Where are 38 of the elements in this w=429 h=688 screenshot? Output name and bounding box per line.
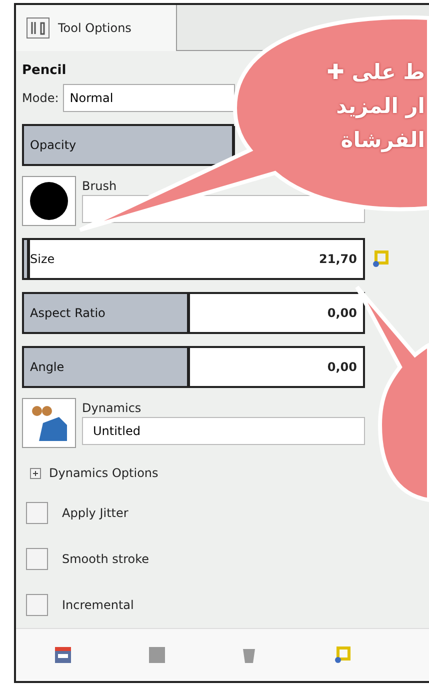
dynamics-label: Dynamics <box>82 401 142 416</box>
slider[interactable]: Size 21,70 <box>22 238 365 280</box>
save-icon[interactable] <box>54 646 72 664</box>
delete-icon[interactable] <box>241 646 258 664</box>
slider-value: 21,70 <box>319 252 357 266</box>
brush-preview[interactable] <box>22 176 76 226</box>
brush-label: Brush <box>82 179 118 194</box>
dynamics-options-expander[interactable]: Dynamics Options <box>30 466 389 480</box>
slider-label: Angle <box>30 360 64 374</box>
tools-icon <box>26 17 50 40</box>
checkbox[interactable] <box>26 502 48 524</box>
slider-label: Opacity <box>30 138 76 152</box>
checkbox[interactable] <box>26 548 48 570</box>
slider-label: Size <box>30 252 55 266</box>
checkbox-label: Incremental <box>62 598 134 612</box>
slider-value: 0,00 <box>327 306 357 320</box>
slider-value: 0,00 <box>327 360 357 374</box>
dynamics-field[interactable]: Untitled <box>82 417 365 446</box>
checkbox-label: Apply Jitter <box>62 506 128 520</box>
checkbox-label: Smooth stroke <box>62 552 149 566</box>
slider[interactable]: Opacity <box>22 124 234 166</box>
mode-label: Mode: <box>22 91 59 106</box>
tool-name: Pencil <box>22 63 66 78</box>
slider[interactable]: Angle 0,00 <box>22 346 365 388</box>
reset-icon[interactable] <box>371 250 389 268</box>
dynamics-icon <box>29 403 69 444</box>
tool-options-tab[interactable]: Tool Options <box>16 5 177 52</box>
callout-tooltip-text: ط على ✚ ار المزيد الفرشاة <box>326 59 425 154</box>
expander-label: Dynamics Options <box>49 466 158 480</box>
slider-label: Aspect Ratio <box>30 306 106 320</box>
reset-icon[interactable] <box>333 646 352 664</box>
checkbox[interactable] <box>26 594 48 616</box>
slider[interactable]: Aspect Ratio 0,00 <box>22 292 365 334</box>
brush-dot-icon <box>29 181 69 222</box>
plus-icon <box>30 468 41 479</box>
mode-dropdown[interactable]: Normal <box>62 84 235 112</box>
restore-icon[interactable] <box>148 646 166 664</box>
dynamics-preview[interactable] <box>22 398 76 448</box>
